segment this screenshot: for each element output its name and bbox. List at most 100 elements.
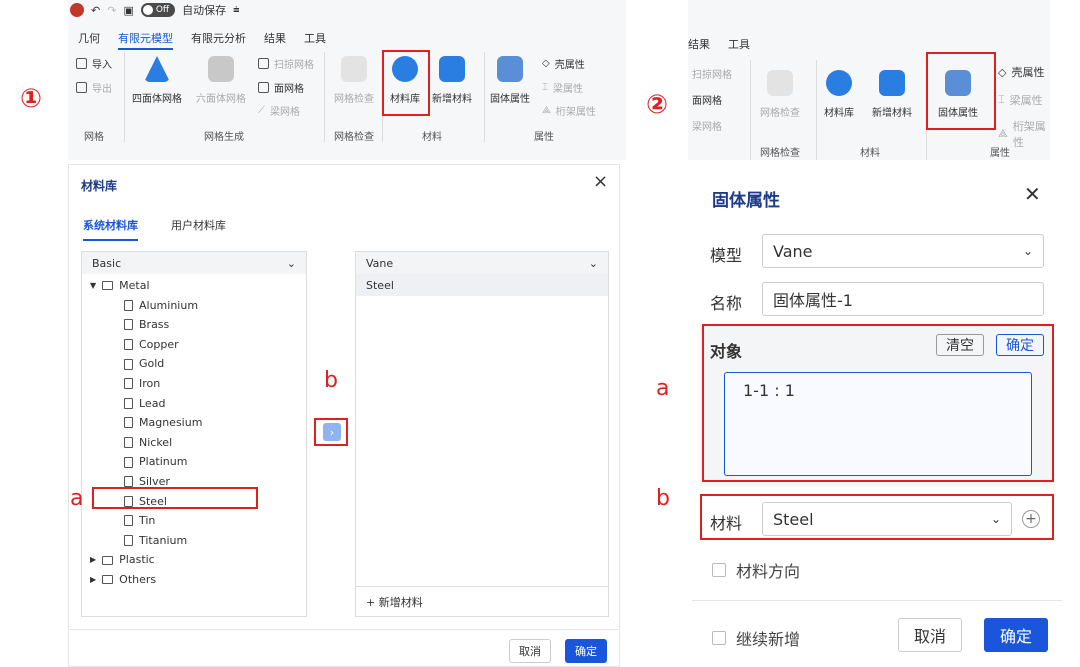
tree-item[interactable]: Platinum [90,452,306,472]
tab-user-library[interactable]: 用户材料库 [171,217,226,233]
tree-item[interactable]: Gold [90,354,306,374]
beam-mesh-button[interactable]: ⟋ 梁网格 [258,103,300,118]
model-select[interactable]: Vane ⌄ [762,234,1044,268]
mesh-check-icon [341,56,367,82]
group-mesh-check-label: 网格检查 [334,132,374,143]
left-category-select[interactable]: Basic ⌄ [82,252,306,274]
tree-item[interactable]: Lead [90,394,306,414]
tree-item[interactable]: Nickel [90,433,306,453]
menu-tools[interactable]: 工具 [304,30,326,50]
menu-tools[interactable]: 工具 [728,36,750,52]
tree-item[interactable]: Titanium [90,531,306,551]
sweep-mesh-button[interactable]: 扫掠网格 [692,66,732,81]
group-mesh-label: 网格 [84,132,104,143]
truss-property-icon: ⟁ [542,105,551,116]
name-input[interactable]: 固体属性-1 [762,282,1044,316]
tree-item[interactable]: Brass [90,315,306,335]
continue-add-checkbox[interactable]: 继续新增 [712,626,800,650]
close-icon[interactable]: × [593,171,608,192]
sweep-mesh-button[interactable]: 扫掠网格 [258,56,314,71]
left-material-panel: Basic ⌄ ▼ Metal Aluminium Brass Copper Gol… [81,251,307,617]
mesh-check-button[interactable]: 网格检查 [760,70,800,119]
add-material-button[interactable]: + 新增材料 [356,586,608,616]
tree-item[interactable]: Iron [90,374,306,394]
truss-property-button[interactable]: ⟁ 桁架属性 [542,103,596,118]
surface-mesh-button[interactable]: 面网格 [258,80,304,95]
customize-icon[interactable]: ⩧ [233,3,239,17]
shell-property-button[interactable]: ◇ 壳属性 [542,56,585,71]
autosave-toggle[interactable]: Off [140,3,176,17]
document-icon [124,535,133,547]
tetra-mesh-button[interactable]: 四面体网格 [132,56,182,105]
material-library-button[interactable]: 材料库 [824,70,854,119]
surface-mesh-icon [258,82,269,93]
solid-property-icon [497,56,523,82]
menu-fe-model[interactable]: 有限元模型 [118,30,173,50]
menu-bar-2: 结果 工具 [688,36,750,52]
document-icon [124,417,133,429]
beam-mesh-button[interactable]: 梁网格 [692,118,722,133]
tree-item[interactable]: Magnesium [90,413,306,433]
material-direction-checkbox[interactable]: 材料方向 [712,558,800,582]
chevron-down-icon: ⌄ [286,256,296,270]
menu-results[interactable]: 结果 [264,30,286,50]
new-material-button[interactable]: 新增材料 [872,70,912,119]
tree-folder-others[interactable]: ▶ Others [90,570,306,590]
menu-results[interactable]: 结果 [688,36,710,52]
model-label: 模型 [710,246,743,265]
hexa-mesh-button[interactable]: 六面体网格 [196,56,246,105]
tree-item[interactable]: Tin [90,511,306,531]
beam-property-button[interactable]: ⌶ 梁属性 [998,92,1043,108]
solid-property-button[interactable]: 固体属性 [490,56,530,105]
divider [692,600,1062,601]
shell-property-button[interactable]: ◇ 壳属性 [998,64,1044,80]
folder-icon [102,281,114,291]
shell-property-icon: ◇ [998,65,1007,79]
right-material-panel: Vane ⌄ Steel + 新增材料 [355,251,609,617]
export-button[interactable]: 导出 [76,80,112,95]
redo-icon[interactable]: ↷ [107,4,116,17]
cancel-button[interactable]: 取消 [509,639,551,663]
tab-system-library[interactable]: 系统材料库 [83,217,138,241]
dialog-title: 固体属性 [712,191,780,211]
tree-item[interactable]: Aluminium [90,296,306,316]
document-icon [124,339,133,351]
step-2-marker: ② [646,90,669,120]
menu-geometry[interactable]: 几何 [78,30,100,50]
new-material-button[interactable]: 新增材料 [432,56,472,105]
beam-property-button[interactable]: ⌶ 梁属性 [542,80,583,95]
menu-fe-analysis[interactable]: 有限元分析 [191,30,246,50]
truss-property-icon: ⟁ [998,127,1008,140]
dialog-title: 材料库 [81,179,118,193]
beam-property-icon: ⌶ [998,93,1005,106]
highlight-steel-item [92,487,258,509]
highlight-material-row [700,494,1054,540]
close-icon[interactable]: ✕ [1024,182,1041,206]
mesh-check-button[interactable]: 网格检查 [334,56,374,105]
ok-button[interactable]: 确定 [565,639,607,663]
ok-button[interactable]: 确定 [984,618,1048,652]
right-model-select[interactable]: Vane ⌄ [356,252,608,274]
group-mesh-gen-label: 网格生成 [204,132,244,143]
document-icon [124,476,133,488]
selected-material-item[interactable]: Steel [356,274,608,296]
new-material-icon [439,56,465,82]
marker-a: a [70,486,84,511]
tree-item[interactable]: Copper [90,335,306,355]
beam-property-icon: ⌶ [542,82,548,93]
save-icon[interactable]: ▣ [123,4,133,17]
import-button[interactable]: 导入 [76,56,112,71]
menu-bar: 几何 有限元模型 有限元分析 结果 工具 [78,30,326,50]
name-label: 名称 [710,294,743,313]
group-property-label: 属性 [534,132,554,143]
document-icon [124,397,133,409]
tree-folder-plastic[interactable]: ▶ Plastic [90,550,306,570]
marker-b-2: b [656,486,670,511]
new-material-icon [879,70,905,96]
cancel-button[interactable]: 取消 [898,618,962,652]
tree-folder-metal[interactable]: ▼ Metal [90,276,306,296]
app-logo-icon [70,3,84,17]
surface-mesh-button[interactable]: 面网格 [692,92,722,107]
sweep-mesh-icon [258,58,269,69]
undo-icon[interactable]: ↶ [91,4,100,17]
